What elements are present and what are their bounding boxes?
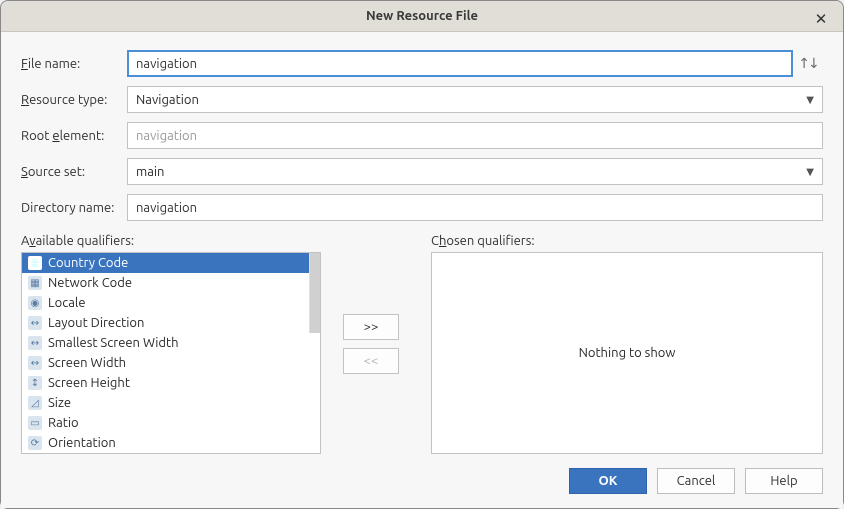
file-name-input[interactable]	[127, 50, 793, 77]
directory-name-label: Directory name:	[21, 201, 127, 215]
qualifier-label: Smallest Screen Width	[48, 336, 179, 350]
resource-type-value: Navigation	[136, 93, 199, 107]
list-item[interactable]: ▦ Network Code	[22, 273, 320, 293]
cancel-button[interactable]: Cancel	[657, 468, 735, 494]
qualifier-icon: ↔	[28, 336, 42, 350]
qualifier-icon: ▭	[28, 416, 42, 430]
chevron-down-icon: ▼	[806, 94, 814, 106]
list-item[interactable]: ↔ Layout Direction	[22, 313, 320, 333]
root-element-label: Root element:	[21, 129, 127, 143]
help-button[interactable]: Help	[745, 468, 823, 494]
list-item[interactable]: ▦ Country Code	[22, 253, 320, 273]
title-bar: New Resource File ✕	[1, 1, 843, 32]
dialog-window: New Resource File ✕ File name: ↑↓ Resour…	[0, 0, 844, 509]
list-item[interactable]: ↔ Screen Width	[22, 353, 320, 373]
qualifier-label: Screen Width	[48, 356, 126, 370]
list-item[interactable]: ↕ Screen Height	[22, 373, 320, 393]
list-item[interactable]: ↔ Smallest Screen Width	[22, 333, 320, 353]
add-qualifier-button[interactable]: >>	[343, 314, 399, 340]
qualifier-label: Ratio	[48, 416, 79, 430]
qualifier-label: Layout Direction	[48, 316, 144, 330]
qualifier-label: Orientation	[48, 436, 116, 450]
qualifier-label: Size	[48, 396, 71, 410]
ok-button[interactable]: OK	[569, 468, 647, 494]
qualifier-icon: ◿	[28, 396, 42, 410]
close-icon[interactable]: ✕	[811, 9, 831, 29]
chevron-down-icon: ▼	[806, 166, 814, 178]
source-set-select[interactable]: main ▼	[127, 158, 823, 185]
available-qualifiers-list[interactable]: ▦ Country Code ▦ Network Code ◉ Locale ↔ Layout…	[21, 252, 321, 454]
dialog-content: File name: ↑↓ Resource type: Navigation …	[1, 32, 843, 508]
root-element-input[interactable]	[127, 122, 823, 149]
directory-name-input[interactable]	[127, 194, 823, 221]
list-item[interactable]: ⟳ Orientation	[22, 433, 320, 453]
chosen-qualifiers-label: Chosen qualifiers:	[431, 234, 823, 248]
qualifier-icon: ↔	[28, 316, 42, 330]
list-item[interactable]: ▭ Ratio	[22, 413, 320, 433]
qualifier-icon: ▦	[28, 256, 42, 270]
swap-icon[interactable]: ↑↓	[793, 55, 823, 72]
file-name-label: File name:	[21, 57, 127, 71]
available-qualifiers-label: Available qualifiers:	[21, 234, 321, 248]
resource-type-select[interactable]: Navigation ▼	[127, 86, 823, 113]
qualifier-label: Screen Height	[48, 376, 130, 390]
source-set-value: main	[136, 165, 164, 179]
qualifier-label: Network Code	[48, 276, 132, 290]
qualifier-label: Country Code	[48, 256, 128, 270]
qualifier-label: Locale	[48, 296, 86, 310]
list-item[interactable]: ◉ Locale	[22, 293, 320, 313]
list-item[interactable]: ◿ Size	[22, 393, 320, 413]
remove-qualifier-button[interactable]: <<	[343, 348, 399, 374]
qualifier-icon: ↔	[28, 356, 42, 370]
source-set-label: Source set:	[21, 165, 127, 179]
resource-type-label: Resource type:	[21, 93, 127, 107]
qualifier-icon: ◉	[28, 296, 42, 310]
window-title: New Resource File	[366, 9, 478, 23]
qualifier-icon: ⟳	[28, 436, 42, 450]
qualifier-icon: ▦	[28, 276, 42, 290]
qualifier-icon: ↕	[28, 376, 42, 390]
chosen-qualifiers-list[interactable]: Nothing to show	[431, 252, 823, 454]
empty-text: Nothing to show	[579, 346, 676, 360]
